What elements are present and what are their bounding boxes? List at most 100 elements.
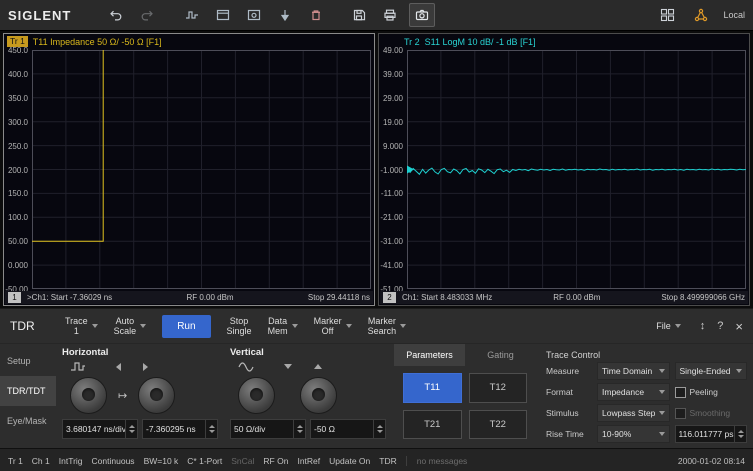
undo-button[interactable] <box>104 4 128 26</box>
menu-label: Trace <box>65 316 88 326</box>
status-item-tdr: TDR <box>379 456 396 466</box>
help-button[interactable]: ? <box>717 320 723 332</box>
tdr-menu-bar: TDR Trace 1 Auto Scale Run Stop Single <box>0 309 753 344</box>
y-axis-label: 150.0 <box>8 189 28 198</box>
redo-button[interactable] <box>135 4 159 26</box>
spinner-control[interactable] <box>734 426 746 442</box>
marker-button[interactable] <box>273 4 297 26</box>
horizontal-title: Horizontal <box>62 347 218 360</box>
undo-icon <box>109 8 123 22</box>
port-button-t11[interactable]: T11 <box>403 373 462 403</box>
horizontal-knobs: ↦ <box>62 373 218 417</box>
calibration-window-button[interactable] <box>242 4 266 26</box>
peeling-checkbox[interactable] <box>675 387 686 398</box>
trace2-header: Tr 2 S11 LogM 10 dB/ -1 dB [F1] <box>382 35 747 48</box>
horizontal-position-value[interactable]: -7.360295 ns <box>143 420 205 438</box>
risetime-range-dropdown[interactable]: 10-90% <box>597 425 670 443</box>
status-item-ch-1: Ch 1 <box>32 456 50 466</box>
resize-panel-button[interactable]: ↕ <box>700 320 706 332</box>
format-dropdown[interactable]: Impedance <box>597 383 670 401</box>
vertical-position-field[interactable]: -50 Ω <box>310 419 386 439</box>
chevron-down-icon <box>346 324 352 328</box>
trace-select-menu[interactable]: Trace 1 <box>58 314 105 338</box>
spinner-control[interactable] <box>205 420 217 438</box>
vertical-scale-value[interactable]: 50 Ω/div <box>231 420 293 438</box>
measure-dropdown[interactable]: Time Domain <box>597 362 670 380</box>
marker-off-menu[interactable]: Marker Off <box>307 314 359 338</box>
file-menu[interactable]: File <box>649 319 688 333</box>
y-axis-label: 9.000 <box>383 142 403 151</box>
smoothing-checkbox-row: Smoothing <box>675 404 748 422</box>
chart-area: Tr 1 T11 Impedance 50 Ω/ -50 Ω [F1] 450.… <box>0 31 753 308</box>
stop-single-button[interactable]: Stop Single <box>220 314 259 338</box>
trace2-badge[interactable]: Tr 2 <box>404 37 420 47</box>
redo-icon <box>140 8 154 22</box>
clock: 2000-01-02 08:14 <box>678 456 745 466</box>
risetime-value[interactable]: 116.011777 ps <box>676 426 735 442</box>
trace2-plot[interactable] <box>407 50 746 289</box>
auto-scale-menu[interactable]: Auto Scale <box>107 314 154 338</box>
horizontal-scale-knob[interactable] <box>70 377 107 414</box>
trace1-plot[interactable] <box>32 50 371 289</box>
horizontal-scale-value[interactable]: 3.680147 ns/div <box>63 420 125 438</box>
vertical-position-value[interactable]: -50 Ω <box>311 420 373 438</box>
horizontal-scale-field[interactable]: 3.680147 ns/div <box>62 419 138 439</box>
marker-icon <box>278 8 292 22</box>
channel1-start-readout: >Ch1: Start -7.36029 ns <box>27 293 112 302</box>
stimulus-dropdown[interactable]: Lowpass Step <box>597 404 670 422</box>
port-button-t12[interactable]: T12 <box>469 373 528 403</box>
level-up-icon[interactable] <box>314 364 322 369</box>
save-button[interactable] <box>347 4 371 26</box>
channel2-footer: 2 Ch1: Start 8.483033 MHz RF 0.00 dBm St… <box>380 291 748 304</box>
chevron-down-icon <box>659 411 665 415</box>
tdr-menu-right: File ↕ ? × <box>649 319 747 334</box>
menu-sublabel: Search <box>368 326 397 336</box>
risetime-value-field[interactable]: 116.011777 ps <box>675 425 748 443</box>
vertical-scale-knob[interactable] <box>238 377 275 414</box>
screenshot-icon <box>415 8 429 22</box>
y-axis-label: -31.00 <box>380 237 403 246</box>
vertical-position-knob[interactable] <box>300 377 337 414</box>
channel2-badge[interactable]: 2 <box>383 292 396 303</box>
mode-dropdown[interactable]: Single-Ended <box>675 362 748 380</box>
marker-search-menu[interactable]: Marker Search <box>361 314 414 338</box>
vertical-scale-field[interactable]: 50 Ω/div <box>230 419 306 439</box>
sidebar-tab-eye-mask[interactable]: Eye/Mask <box>0 406 56 436</box>
trace-control-title: Trace Control <box>546 347 747 362</box>
channel1-badge[interactable]: 1 <box>8 292 21 303</box>
horizontal-position-field[interactable]: -7.360295 ns <box>142 419 218 439</box>
pan-right-icon[interactable] <box>143 363 148 371</box>
spinner-control[interactable] <box>293 420 305 438</box>
pan-left-icon[interactable] <box>116 363 121 371</box>
run-button[interactable]: Run <box>162 315 210 338</box>
close-panel-button[interactable]: × <box>735 319 743 334</box>
vertical-title: Vertical <box>230 347 386 360</box>
math-button[interactable] <box>180 4 204 26</box>
spinner-control[interactable] <box>125 420 137 438</box>
sidebar-tab-tdr-tdt[interactable]: TDR/TDT <box>0 376 56 406</box>
delete-button[interactable] <box>304 4 328 26</box>
display-layout-button[interactable] <box>655 4 679 26</box>
chevron-down-icon <box>675 324 681 328</box>
measure-value: Time Domain <box>602 366 652 376</box>
trace-window-button[interactable] <box>211 4 235 26</box>
port-button-t21[interactable]: T21 <box>403 410 462 440</box>
horizontal-fields: 3.680147 ns/div -7.360295 ns <box>62 419 218 439</box>
tab-gating[interactable]: Gating <box>465 344 536 366</box>
screenshot-button[interactable] <box>409 3 435 27</box>
status-item-sncal: SnCal <box>231 456 254 466</box>
tab-parameters[interactable]: Parameters <box>394 344 465 366</box>
status-items: Tr 1Ch 1IntTrigContinuousBW=10 kC* 1-Por… <box>8 456 397 466</box>
spinner-control[interactable] <box>373 420 385 438</box>
sidebar-tab-setup[interactable]: Setup <box>0 346 56 376</box>
level-down-icon[interactable] <box>284 364 292 369</box>
data-mem-menu[interactable]: Data Mem <box>261 314 305 338</box>
chevron-down-icon <box>659 369 665 373</box>
print-button[interactable] <box>378 4 402 26</box>
trace-control-group: Trace Control Measure Time Domain Single… <box>538 344 753 448</box>
menu-label: Stop <box>230 316 249 326</box>
horizontal-position-knob[interactable] <box>138 377 175 414</box>
y-axis-label: 39.00 <box>383 70 403 79</box>
port-button-t22[interactable]: T22 <box>469 410 528 440</box>
network-button[interactable] <box>689 4 713 26</box>
